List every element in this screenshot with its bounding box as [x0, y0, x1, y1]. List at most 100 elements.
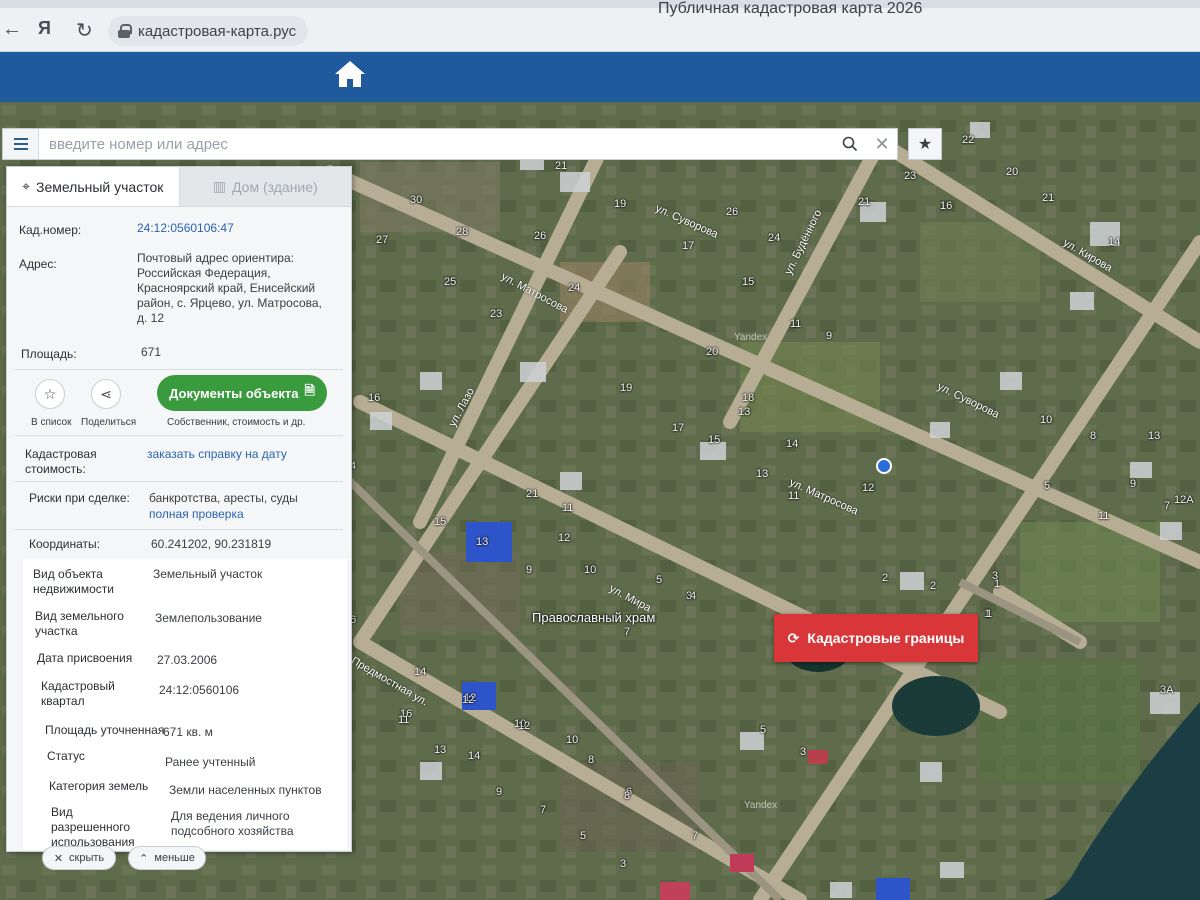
- cost-label: Кадастровая стоимость:: [25, 447, 97, 476]
- house-number: 5: [1044, 480, 1051, 492]
- detail-label: Вид разрешенного использования: [51, 805, 135, 849]
- house-number: 15: [434, 516, 447, 528]
- house-number: 13: [738, 406, 751, 418]
- divider: [15, 529, 343, 530]
- add-to-list-label[interactable]: В список: [31, 417, 72, 428]
- cad-number-value[interactable]: 24:12:0560106:47: [137, 221, 234, 236]
- share-label[interactable]: Поделиться: [81, 417, 136, 428]
- document-icon: 🗎: [304, 383, 315, 398]
- house-number: 7: [624, 626, 631, 638]
- house-number: 14: [468, 750, 481, 762]
- detail-label: Дата присвоения: [37, 651, 133, 665]
- cost-link[interactable]: заказать справку на дату: [147, 447, 287, 462]
- house-number: 2: [930, 580, 937, 592]
- house-number: 12: [558, 532, 571, 544]
- coords-value: 60.241202, 90.231819: [151, 537, 272, 551]
- selected-parcel-marker[interactable]: [876, 458, 892, 474]
- divider: [15, 369, 343, 370]
- house-number: 5: [760, 724, 767, 736]
- house-number: 13: [434, 744, 447, 756]
- cadastral-borders-button[interactable]: ⟳ Кадастровые границы: [774, 614, 978, 662]
- house-number: 13: [1148, 430, 1161, 442]
- tab-building[interactable]: ▥ Дом (здание): [179, 167, 351, 206]
- divider: [15, 481, 343, 482]
- house-number: 12А: [1174, 494, 1194, 506]
- house-number: 2: [882, 572, 889, 584]
- map-watermark: Yandex: [734, 332, 768, 343]
- less-label: меньше: [154, 852, 195, 864]
- house-number: 13: [756, 468, 769, 480]
- detail-label: Статус: [47, 749, 85, 763]
- area-label: Площадь:: [21, 347, 77, 361]
- house-number: 9: [826, 330, 833, 342]
- house-number: 24: [568, 282, 581, 294]
- house-number: 5: [656, 574, 663, 586]
- hide-label: скрыть: [69, 852, 105, 864]
- search-icon[interactable]: [833, 136, 867, 152]
- house-number: 9: [496, 786, 503, 798]
- house-number: 23: [904, 170, 917, 182]
- search-input[interactable]: [39, 130, 833, 158]
- location-pin-icon: ⌖: [22, 178, 30, 194]
- house-number: 20: [706, 346, 719, 358]
- yandex-button[interactable]: Я: [38, 18, 51, 39]
- full-check-link[interactable]: полная проверка: [149, 507, 244, 522]
- house-number: 11: [790, 318, 802, 330]
- house-number: 15: [708, 434, 721, 446]
- house-number: 20: [1006, 166, 1019, 178]
- house-number: 13: [476, 536, 489, 548]
- refresh-icon: ⟳: [787, 629, 800, 646]
- object-info-panel: ⌖ Земельный участок ▥ Дом (здание) Кад.н…: [6, 166, 352, 852]
- reload-icon[interactable]: ↻: [76, 18, 93, 43]
- risks-value: банкротства, аресты, суды: [149, 491, 298, 505]
- house-number: 28: [456, 226, 469, 238]
- detail-value: 27.03.2006: [157, 653, 218, 667]
- browser-toolbar: ← Я ↻ кадастровая-карта.рус Публичная ка…: [0, 0, 1200, 52]
- detail-value: 671 кв. м: [163, 725, 213, 739]
- site-header: [0, 52, 1200, 102]
- coords-label: Координаты:: [29, 537, 100, 551]
- house-number: 8: [1090, 430, 1097, 442]
- window-title: Публичная кадастровая карта 2026: [658, 0, 923, 17]
- detail-label: Площадь уточненная: [45, 723, 165, 737]
- house-number: 26: [726, 206, 739, 218]
- collapse-panel-button[interactable]: ⌃ меньше: [128, 846, 206, 870]
- address-bar[interactable]: кадастровая-карта.рус: [108, 16, 308, 46]
- house-number: 10: [566, 734, 579, 746]
- browser-tab-strip: [0, 0, 1200, 8]
- detail-value: Ранее учтенный: [165, 755, 256, 769]
- lock-icon: [118, 24, 132, 38]
- close-icon[interactable]: ✕: [867, 134, 897, 155]
- house-number: 21: [555, 160, 568, 172]
- house-number: 25: [444, 276, 457, 288]
- house-number: 5: [580, 830, 587, 842]
- building-icon: ▥: [212, 178, 227, 194]
- star-icon[interactable]: ★: [908, 128, 942, 160]
- back-arrow-icon[interactable]: ←: [2, 18, 22, 41]
- share-icon[interactable]: ⋖: [91, 379, 121, 409]
- documents-button[interactable]: Документы объекта 🗎: [157, 375, 327, 411]
- house-number: 16: [368, 392, 381, 404]
- house-number: 23: [490, 308, 503, 320]
- house-number: 8: [624, 790, 631, 802]
- home-icon[interactable]: [332, 58, 368, 90]
- house-number: 9: [526, 564, 533, 576]
- detail-value: Землепользование: [155, 611, 262, 625]
- detail-label: Категория земель: [49, 779, 149, 793]
- area-value: 671: [141, 345, 162, 359]
- tab-land-plot[interactable]: ⌖ Земельный участок: [7, 167, 180, 206]
- close-icon: ✕: [53, 852, 64, 865]
- house-number: 14: [1108, 236, 1121, 248]
- menu-icon[interactable]: [3, 129, 39, 159]
- house-number: 12: [862, 482, 875, 494]
- detail-value: Для ведения личного подсобного хозяйства: [171, 809, 294, 838]
- house-number: 19: [620, 382, 633, 394]
- hide-panel-button[interactable]: ✕ скрыть: [42, 846, 116, 870]
- star-outline-icon[interactable]: ☆: [35, 379, 65, 409]
- detail-label: Кадастровый квартал: [41, 679, 115, 708]
- church-label: Православный храм: [532, 610, 656, 625]
- house-number: 14: [414, 666, 427, 678]
- house-number: 7: [692, 830, 699, 842]
- cad-number-label: Кад.номер:: [19, 223, 82, 237]
- url-text: кадастровая-карта.рус: [138, 22, 297, 40]
